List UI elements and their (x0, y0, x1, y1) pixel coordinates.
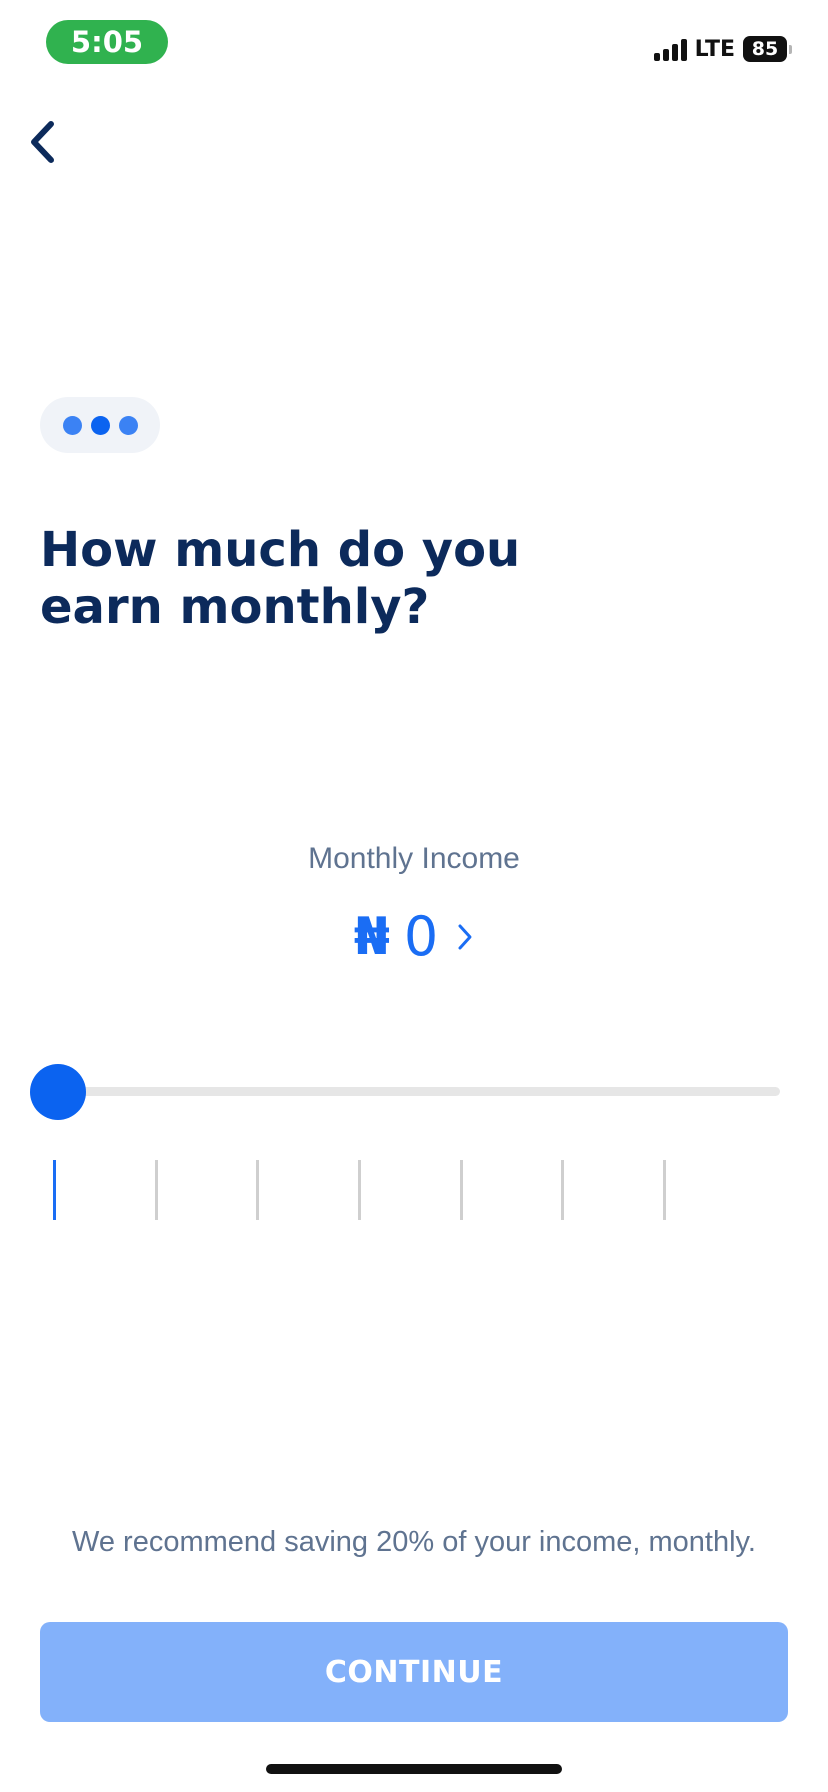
savings-recommendation: We recommend saving 20% of your income, … (72, 1526, 756, 1558)
slider-tick (154, 1160, 158, 1220)
slider-tick (459, 1160, 463, 1220)
status-time: 5:05 (46, 20, 168, 64)
status-indicators: LTE 85 (653, 34, 792, 64)
signal-icon (653, 37, 687, 61)
slider-thumb[interactable] (30, 1064, 86, 1120)
currency-symbol: ₦ (353, 906, 390, 967)
progress-dot (90, 415, 110, 435)
back-button[interactable] (18, 112, 66, 172)
battery-level: 85 (743, 36, 787, 62)
slider-tick (561, 1160, 565, 1220)
continue-button[interactable]: CONTINUE (40, 1622, 788, 1722)
slider-track[interactable] (58, 1087, 780, 1096)
income-amount-display[interactable]: ₦ 0 (0, 905, 828, 968)
network-type: LTE (694, 36, 735, 62)
income-amount-value: 0 (403, 905, 439, 968)
progress-dot (62, 415, 82, 435)
progress-dot (118, 415, 138, 435)
income-slider[interactable] (30, 1064, 780, 1120)
progress-indicator (40, 397, 160, 453)
slider-tick (256, 1160, 260, 1220)
page-title: How much do you earn monthly? (40, 522, 521, 635)
slider-tick (53, 1160, 56, 1220)
chevron-left-icon (31, 121, 54, 163)
monthly-income-label: Monthly Income (308, 842, 520, 875)
slider-ticks (0, 1160, 828, 1220)
slider-tick (663, 1160, 666, 1220)
slider-tick (358, 1160, 361, 1220)
chevron-right-icon (456, 922, 474, 952)
home-indicator (266, 1764, 562, 1774)
battery-icon: 85 (743, 36, 792, 62)
